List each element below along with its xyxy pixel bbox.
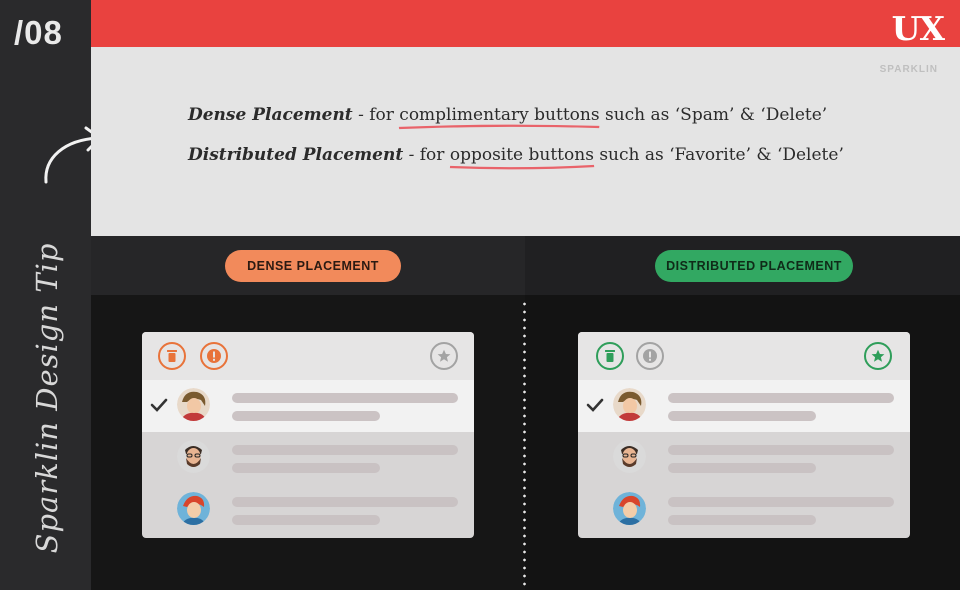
series-title: Sparklin Design Tip — [30, 242, 64, 554]
favorite-button[interactable] — [430, 342, 458, 370]
tip-panel: SPARKLIN Dense Placement - for complimen… — [91, 47, 960, 236]
checkmark-icon — [150, 398, 168, 412]
top-bar: UX — [91, 0, 960, 48]
avatar-red-hair-icon — [613, 492, 646, 525]
spam-icon — [643, 349, 657, 363]
trash-button[interactable] — [158, 342, 186, 370]
list-item[interactable] — [578, 432, 910, 484]
mockup-toolbar — [142, 332, 474, 380]
trash-icon — [167, 350, 177, 362]
distributed-header: DISTRIBUTED PLACEMENT — [525, 236, 960, 295]
preview-placeholder — [668, 463, 816, 473]
tip-term: Dense Placement — [188, 105, 353, 125]
list-item[interactable] — [142, 380, 474, 432]
tip-term: Distributed Placement — [188, 145, 404, 165]
dense-header: DENSE PLACEMENT — [91, 236, 525, 295]
subject-placeholder — [668, 393, 894, 403]
trash-icon — [605, 350, 615, 362]
trash-button[interactable] — [596, 342, 624, 370]
spam-button[interactable] — [636, 342, 664, 370]
underline-stroke — [399, 124, 600, 130]
star-icon — [871, 349, 885, 362]
preview-placeholder — [232, 411, 380, 421]
dense-placement-label: DENSE PLACEMENT — [225, 250, 401, 282]
preview-placeholder — [232, 463, 380, 473]
underlined-phrase: complimentary buttons — [399, 105, 600, 130]
sidebar: /08 Sparklin Design Tip — [0, 0, 102, 590]
list-item[interactable] — [142, 432, 474, 484]
subject-placeholder — [232, 393, 458, 403]
dotted-divider — [523, 300, 526, 590]
list-item[interactable] — [142, 484, 474, 536]
list-item[interactable] — [578, 484, 910, 536]
preview-placeholder — [668, 411, 816, 421]
distributed-placement-label: DISTRIBUTED PLACEMENT — [655, 250, 853, 282]
underlined-phrase: opposite buttons — [449, 145, 595, 170]
tip-distributed: Distributed Placement - for opposite but… — [188, 145, 844, 170]
spam-icon — [207, 349, 221, 363]
preview-placeholder — [668, 515, 816, 525]
avatar-woman-icon — [613, 388, 646, 421]
underline-stroke — [449, 164, 595, 170]
subject-placeholder — [668, 497, 894, 507]
distributed-mail-mockup — [578, 332, 910, 538]
slide: /08 Sparklin Design Tip UX SPARKLIN Dens… — [0, 0, 960, 590]
star-icon — [437, 349, 451, 362]
avatar-bearded-man-icon — [177, 440, 210, 473]
avatar-woman-icon — [177, 388, 210, 421]
subject-placeholder — [232, 497, 458, 507]
avatar-red-hair-icon — [177, 492, 210, 525]
subject-placeholder — [668, 445, 894, 455]
ux-logo: UX — [891, 9, 945, 48]
checkmark-icon — [586, 398, 604, 412]
subject-placeholder — [232, 445, 458, 455]
tip-dense: Dense Placement - for complimentary butt… — [188, 105, 827, 130]
mockup-toolbar — [578, 332, 910, 380]
avatar-bearded-man-icon — [613, 440, 646, 473]
favorite-button[interactable] — [864, 342, 892, 370]
list-item[interactable] — [578, 380, 910, 432]
preview-placeholder — [232, 515, 380, 525]
spam-button[interactable] — [200, 342, 228, 370]
brand-wordmark: SPARKLIN — [879, 64, 938, 75]
dense-mail-mockup — [142, 332, 474, 538]
slide-number: /08 — [14, 14, 63, 51]
